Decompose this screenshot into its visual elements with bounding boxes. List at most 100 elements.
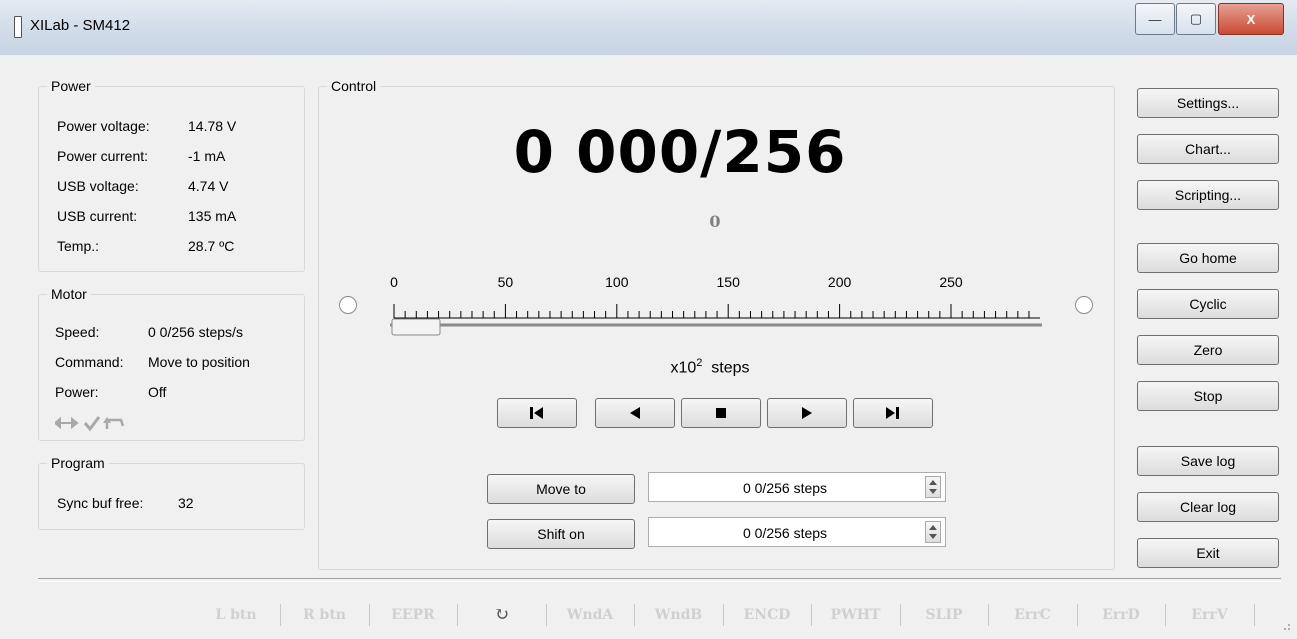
motor-power-label: Power:: [55, 384, 99, 400]
move-right-button[interactable]: [767, 398, 847, 428]
temp-value: 28.7 ºC: [188, 238, 235, 254]
power-voltage-value: 14.78 V: [188, 118, 237, 134]
usb-current-value: 135 mA: [188, 208, 237, 224]
move-to-start-button[interactable]: [497, 398, 577, 428]
check-icon: [83, 416, 101, 432]
skip-forward-icon: [886, 407, 899, 419]
status-separator: [988, 604, 990, 626]
shift-on-value: 0 0/256 steps: [742, 525, 828, 541]
command-value: Move to position: [148, 354, 250, 370]
divider: [38, 578, 1281, 582]
status-indicator: ENCD: [743, 607, 791, 623]
window-title: XILab - SM412: [30, 17, 131, 34]
zero-button[interactable]: Zero: [1137, 335, 1279, 365]
stop-button[interactable]: Stop: [1137, 381, 1279, 411]
position-slider-handle[interactable]: [391, 318, 441, 336]
status-separator: [1076, 604, 1078, 626]
status-indicator: PWHT: [830, 607, 881, 623]
status-separator: [634, 604, 636, 626]
shift-on-spinner[interactable]: [925, 521, 941, 543]
shift-on-field[interactable]: 0 0/256 steps: [648, 517, 946, 547]
go-home-button[interactable]: Go home: [1137, 243, 1279, 273]
speed-value: 0 0/256 steps/s: [148, 324, 243, 340]
status-separator: [811, 604, 813, 626]
close-icon: X: [1246, 11, 1256, 27]
scale-units-suffix: steps: [711, 359, 750, 377]
move-to-button[interactable]: Move to: [487, 474, 635, 504]
status-indicator: WndA: [566, 607, 614, 623]
close-button[interactable]: X: [1218, 3, 1284, 35]
status-separator: [368, 604, 370, 626]
shift-on-button[interactable]: Shift on: [487, 519, 635, 549]
status-separator: [899, 604, 901, 626]
usb-voltage-value: 4.74 V: [188, 178, 229, 194]
minimize-icon: —: [1148, 11, 1162, 27]
scale-units-exponent: 2: [696, 357, 703, 369]
status-indicator: ErrV: [1191, 607, 1228, 623]
move-to-value: 0 0/256 steps: [742, 480, 828, 496]
maximize-button[interactable]: ▢: [1176, 3, 1216, 35]
move-to-spinner[interactable]: [925, 476, 941, 498]
sync-buf-value: 32: [178, 495, 194, 511]
position-readout: 0 000/256: [513, 118, 847, 186]
return-icon: [103, 417, 125, 429]
program-group-title: Program: [47, 455, 109, 471]
status-indicator: ErrC: [1014, 607, 1051, 623]
status-indicator: ↻: [493, 604, 510, 625]
position-scale[interactable]: [380, 296, 1060, 342]
status-separator: [1253, 604, 1255, 626]
temp-label: Temp.:: [57, 238, 100, 254]
scale-tick-label: 150: [716, 274, 740, 290]
scale-ticks: [393, 304, 1030, 318]
status-separator: [545, 604, 547, 626]
play-left-icon: [630, 407, 640, 419]
command-label: Command:: [55, 354, 124, 370]
arrows-icon: [55, 416, 79, 430]
spinner-arrows-icon: [929, 480, 937, 494]
power-voltage-label: Power voltage:: [57, 118, 150, 134]
motor-group-title: Motor: [47, 286, 91, 302]
play-right-icon: [802, 407, 812, 419]
power-group-title: Power: [47, 78, 95, 94]
status-indicator: WndB: [654, 607, 703, 623]
status-indicator: EEPR: [391, 607, 435, 623]
status-separator: [280, 604, 282, 626]
power-current-label: Power current:: [57, 148, 149, 164]
move-to-field[interactable]: 0 0/256 steps: [648, 472, 946, 502]
status-indicator: L btn: [215, 607, 257, 623]
clear-log-button[interactable]: Clear log: [1137, 492, 1279, 522]
scale-tick-label: 250: [939, 274, 963, 290]
scale-units-prefix: x10: [670, 359, 697, 377]
usb-current-label: USB current:: [57, 208, 138, 224]
motor-status-icons: [55, 416, 125, 432]
scale-tick-label: 200: [827, 274, 852, 290]
app-icon: [14, 16, 22, 38]
status-separator: [722, 604, 724, 626]
status-indicator: R btn: [303, 607, 346, 623]
cyclic-button[interactable]: Cyclic: [1137, 289, 1279, 319]
title-bar: XILab - SM412 — ▢ X: [0, 0, 1297, 55]
power-current-value: -1 mA: [188, 148, 226, 164]
control-group-title: Control: [327, 78, 381, 94]
left-limit-indicator: [339, 296, 357, 314]
exit-button[interactable]: Exit: [1137, 538, 1279, 568]
stop-motion-button[interactable]: [681, 398, 761, 428]
status-indicator: ErrD: [1102, 607, 1140, 623]
move-left-button[interactable]: [595, 398, 675, 428]
skip-back-icon: [530, 407, 543, 419]
move-to-end-button[interactable]: [853, 398, 933, 428]
chart-button[interactable]: Chart...: [1137, 134, 1279, 164]
usb-voltage-label: USB voltage:: [57, 178, 139, 194]
scale-units: x102 steps: [560, 357, 860, 377]
speed-label: Speed:: [55, 324, 100, 340]
scripting-button[interactable]: Scripting...: [1137, 180, 1279, 210]
sync-buf-label: Sync buf free:: [57, 495, 144, 511]
maximize-icon: ▢: [1189, 11, 1203, 26]
resize-grip-icon[interactable]: [1278, 618, 1292, 632]
status-indicator: SLIP: [925, 607, 963, 623]
right-limit-indicator: [1075, 296, 1093, 314]
save-log-button[interactable]: Save log: [1137, 446, 1279, 476]
minimize-button[interactable]: —: [1135, 3, 1175, 35]
settings-button[interactable]: Settings...: [1137, 88, 1279, 118]
spinner-arrows-icon: [929, 525, 937, 539]
